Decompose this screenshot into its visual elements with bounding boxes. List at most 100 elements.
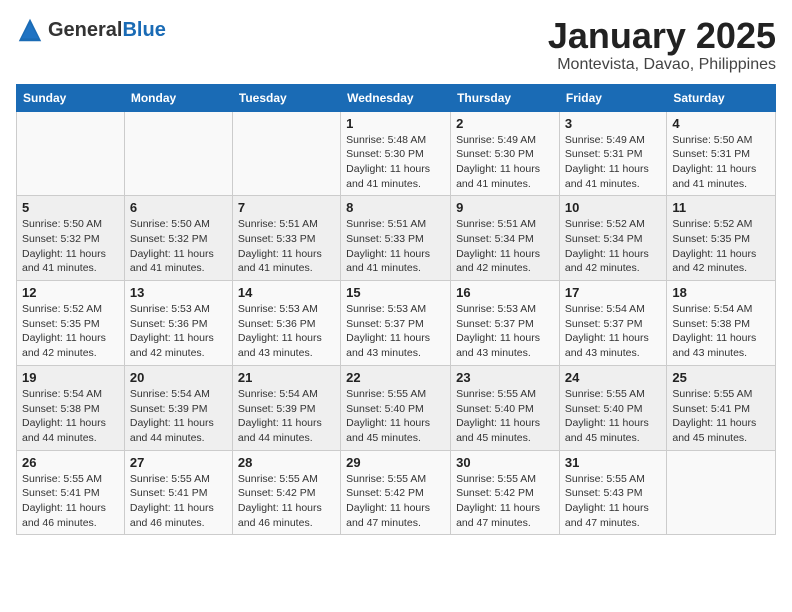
day-number: 23	[456, 370, 554, 385]
weekday-header-monday: Monday	[124, 84, 232, 111]
calendar-cell: 19 Sunrise: 5:54 AM Sunset: 5:38 PM Dayli…	[17, 365, 125, 450]
day-info: Sunrise: 5:55 AM Sunset: 5:42 PM Dayligh…	[238, 472, 335, 531]
day-info: Sunrise: 5:49 AM Sunset: 5:30 PM Dayligh…	[456, 133, 554, 192]
calendar-cell: 3Sunrise: 5:49 AM Sunset: 5:31 PM Daylig…	[559, 111, 666, 196]
day-number: 25	[672, 370, 770, 385]
calendar-cell: 28 Sunrise: 5:55 AM Sunset: 5:42 PM Dayli…	[232, 450, 340, 535]
logo-general-text: General	[48, 19, 122, 41]
calendar-week-row: 12 Sunrise: 5:52 AM Sunset: 5:35 PM Dayli…	[17, 281, 776, 366]
calendar-cell: 1Sunrise: 5:48 AM Sunset: 5:30 PM Daylig…	[341, 111, 451, 196]
day-number: 28	[238, 455, 335, 470]
day-number: 7	[238, 200, 335, 215]
day-number: 3	[565, 116, 661, 131]
calendar-cell: 31 Sunrise: 5:55 AM Sunset: 5:43 PM Dayli…	[559, 450, 666, 535]
day-number: 8	[346, 200, 445, 215]
day-number: 20	[130, 370, 227, 385]
day-info: Sunrise: 5:55 AM Sunset: 5:43 PM Dayligh…	[565, 472, 661, 531]
day-info: Sunrise: 5:55 AM Sunset: 5:41 PM Dayligh…	[672, 387, 770, 446]
day-number: 5	[22, 200, 119, 215]
day-info: Sunrise: 5:52 AM Sunset: 5:34 PM Dayligh…	[565, 217, 661, 276]
day-number: 21	[238, 370, 335, 385]
day-number: 24	[565, 370, 661, 385]
calendar-week-row: 5 Sunrise: 5:50 AM Sunset: 5:32 PM Daylig…	[17, 196, 776, 281]
weekday-header-thursday: Thursday	[451, 84, 560, 111]
day-info: Sunrise: 5:52 AM Sunset: 5:35 PM Dayligh…	[22, 302, 119, 361]
day-info: Sunrise: 5:53 AM Sunset: 5:37 PM Dayligh…	[346, 302, 445, 361]
day-info: Sunrise: 5:51 AM Sunset: 5:33 PM Dayligh…	[238, 217, 335, 276]
day-number: 4	[672, 116, 770, 131]
calendar-cell: 18 Sunrise: 5:54 AM Sunset: 5:38 PM Dayli…	[667, 281, 776, 366]
calendar-cell: 25 Sunrise: 5:55 AM Sunset: 5:41 PM Dayli…	[667, 365, 776, 450]
day-number: 1	[346, 116, 445, 131]
logo-blue-text: Blue	[122, 19, 165, 41]
day-number: 27	[130, 455, 227, 470]
day-number: 26	[22, 455, 119, 470]
day-number: 18	[672, 285, 770, 300]
day-number: 22	[346, 370, 445, 385]
calendar-cell: 15 Sunrise: 5:53 AM Sunset: 5:37 PM Dayli…	[341, 281, 451, 366]
location-title: Montevista, Davao, Philippines	[548, 56, 776, 74]
calendar-cell: 21 Sunrise: 5:54 AM Sunset: 5:39 PM Dayli…	[232, 365, 340, 450]
calendar-week-row: 19 Sunrise: 5:54 AM Sunset: 5:38 PM Dayli…	[17, 365, 776, 450]
calendar-cell: 16 Sunrise: 5:53 AM Sunset: 5:37 PM Dayli…	[451, 281, 560, 366]
calendar-cell: 20 Sunrise: 5:54 AM Sunset: 5:39 PM Dayli…	[124, 365, 232, 450]
day-info: Sunrise: 5:54 AM Sunset: 5:38 PM Dayligh…	[22, 387, 119, 446]
day-number: 19	[22, 370, 119, 385]
day-info: Sunrise: 5:52 AM Sunset: 5:35 PM Dayligh…	[672, 217, 770, 276]
page-header: GeneralBlue January 2025 Montevista, Dav…	[16, 16, 776, 74]
day-number: 12	[22, 285, 119, 300]
calendar-cell: 11Sunrise: 5:52 AM Sunset: 5:35 PM Dayli…	[667, 196, 776, 281]
calendar-cell: 2Sunrise: 5:49 AM Sunset: 5:30 PM Daylig…	[451, 111, 560, 196]
calendar-cell: 10 Sunrise: 5:52 AM Sunset: 5:34 PM Dayli…	[559, 196, 666, 281]
calendar-cell: 7 Sunrise: 5:51 AM Sunset: 5:33 PM Daylig…	[232, 196, 340, 281]
day-number: 16	[456, 285, 554, 300]
logo-icon	[16, 16, 44, 44]
calendar-table: SundayMondayTuesdayWednesdayThursdayFrid…	[16, 84, 776, 536]
logo: GeneralBlue	[16, 16, 166, 44]
calendar-cell: 24 Sunrise: 5:55 AM Sunset: 5:40 PM Dayli…	[559, 365, 666, 450]
calendar-cell: 14Sunrise: 5:53 AM Sunset: 5:36 PM Dayli…	[232, 281, 340, 366]
day-info: Sunrise: 5:54 AM Sunset: 5:39 PM Dayligh…	[238, 387, 335, 446]
day-number: 17	[565, 285, 661, 300]
weekday-header-row: SundayMondayTuesdayWednesdayThursdayFrid…	[17, 84, 776, 111]
day-info: Sunrise: 5:55 AM Sunset: 5:41 PM Dayligh…	[130, 472, 227, 531]
day-info: Sunrise: 5:51 AM Sunset: 5:33 PM Dayligh…	[346, 217, 445, 276]
calendar-cell	[667, 450, 776, 535]
calendar-cell	[124, 111, 232, 196]
day-number: 10	[565, 200, 661, 215]
day-info: Sunrise: 5:50 AM Sunset: 5:32 PM Dayligh…	[130, 217, 227, 276]
day-info: Sunrise: 5:55 AM Sunset: 5:40 PM Dayligh…	[565, 387, 661, 446]
day-info: Sunrise: 5:55 AM Sunset: 5:42 PM Dayligh…	[346, 472, 445, 531]
day-info: Sunrise: 5:55 AM Sunset: 5:42 PM Dayligh…	[456, 472, 554, 531]
day-info: Sunrise: 5:53 AM Sunset: 5:37 PM Dayligh…	[456, 302, 554, 361]
weekday-header-wednesday: Wednesday	[341, 84, 451, 111]
calendar-cell: 12 Sunrise: 5:52 AM Sunset: 5:35 PM Dayli…	[17, 281, 125, 366]
calendar-cell: 4Sunrise: 5:50 AM Sunset: 5:31 PM Daylig…	[667, 111, 776, 196]
title-area: January 2025 Montevista, Davao, Philippi…	[548, 16, 776, 74]
calendar-cell: 9Sunrise: 5:51 AM Sunset: 5:34 PM Daylig…	[451, 196, 560, 281]
calendar-cell	[232, 111, 340, 196]
weekday-header-friday: Friday	[559, 84, 666, 111]
day-info: Sunrise: 5:54 AM Sunset: 5:39 PM Dayligh…	[130, 387, 227, 446]
calendar-cell: 30Sunrise: 5:55 AM Sunset: 5:42 PM Dayli…	[451, 450, 560, 535]
day-info: Sunrise: 5:53 AM Sunset: 5:36 PM Dayligh…	[130, 302, 227, 361]
calendar-week-row: 1Sunrise: 5:48 AM Sunset: 5:30 PM Daylig…	[17, 111, 776, 196]
day-number: 29	[346, 455, 445, 470]
calendar-cell: 6Sunrise: 5:50 AM Sunset: 5:32 PM Daylig…	[124, 196, 232, 281]
calendar-cell: 5Sunrise: 5:50 AM Sunset: 5:32 PM Daylig…	[17, 196, 125, 281]
day-number: 31	[565, 455, 661, 470]
day-info: Sunrise: 5:55 AM Sunset: 5:41 PM Dayligh…	[22, 472, 119, 531]
day-number: 9	[456, 200, 554, 215]
calendar-cell: 22Sunrise: 5:55 AM Sunset: 5:40 PM Dayli…	[341, 365, 451, 450]
calendar-cell: 29 Sunrise: 5:55 AM Sunset: 5:42 PM Dayli…	[341, 450, 451, 535]
day-info: Sunrise: 5:54 AM Sunset: 5:37 PM Dayligh…	[565, 302, 661, 361]
day-number: 15	[346, 285, 445, 300]
day-number: 13	[130, 285, 227, 300]
weekday-header-tuesday: Tuesday	[232, 84, 340, 111]
day-info: Sunrise: 5:54 AM Sunset: 5:38 PM Dayligh…	[672, 302, 770, 361]
calendar-cell: 13 Sunrise: 5:53 AM Sunset: 5:36 PM Dayli…	[124, 281, 232, 366]
calendar-cell: 17 Sunrise: 5:54 AM Sunset: 5:37 PM Dayli…	[559, 281, 666, 366]
calendar-week-row: 26 Sunrise: 5:55 AM Sunset: 5:41 PM Dayli…	[17, 450, 776, 535]
calendar-cell: 23 Sunrise: 5:55 AM Sunset: 5:40 PM Dayli…	[451, 365, 560, 450]
day-info: Sunrise: 5:55 AM Sunset: 5:40 PM Dayligh…	[456, 387, 554, 446]
